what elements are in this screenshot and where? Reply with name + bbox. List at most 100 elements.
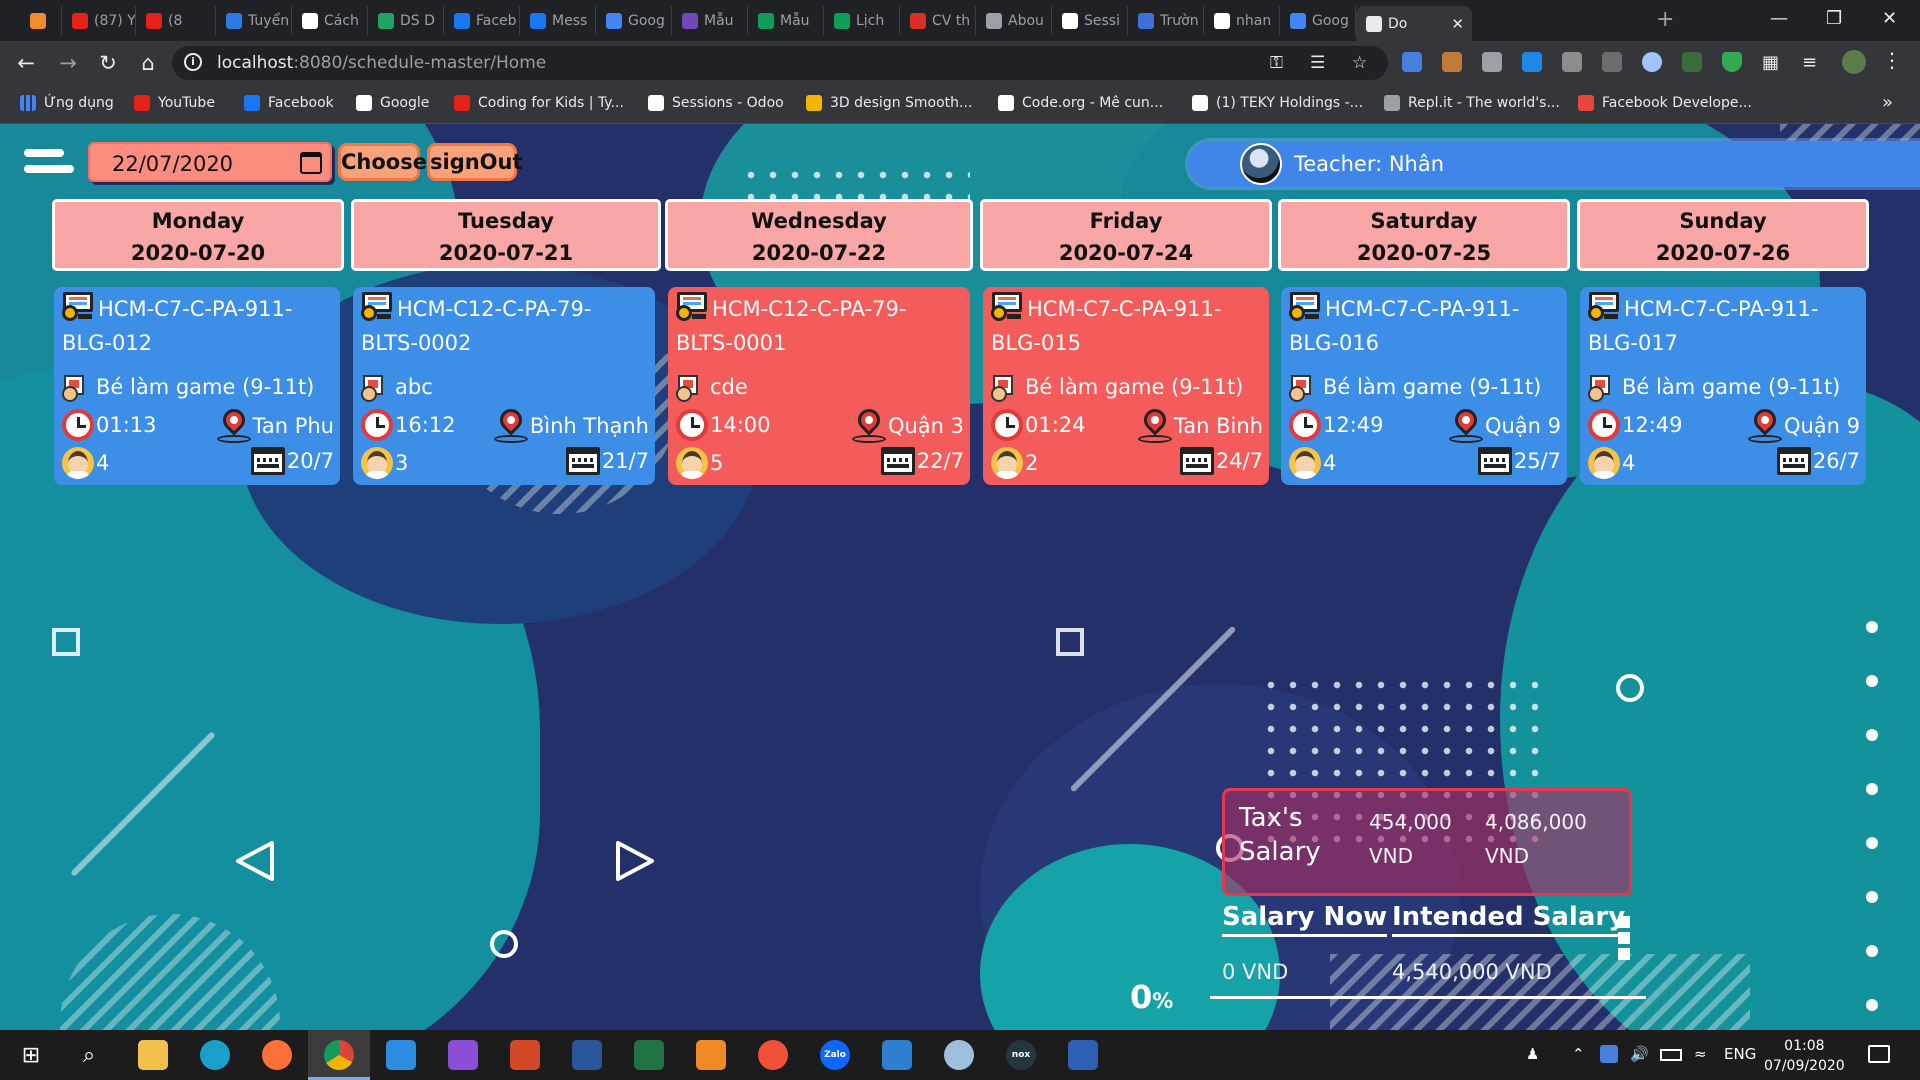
browser-tab[interactable]: nhan [1204, 6, 1280, 35]
browser-tab[interactable]: Goog [596, 6, 672, 35]
browser-tab[interactable]: Mess [520, 6, 596, 35]
class-card[interactable]: HCM-C7-C-PA-911-BLG-017 Bé làm game (9-11… [1580, 287, 1866, 485]
extensions-puzzle-icon[interactable]: ▦ [1762, 52, 1782, 73]
pagination-dot[interactable] [1866, 621, 1878, 633]
pagination-dot[interactable] [1866, 999, 1878, 1011]
show-hidden-icons[interactable]: ⌃ [1572, 1045, 1585, 1063]
bookmark-item[interactable]: Ứng dụng [20, 95, 114, 111]
calendar-icon[interactable] [300, 152, 322, 174]
extension-icon[interactable] [1682, 52, 1702, 72]
browser-tab-active[interactable]: Do ✕ [1356, 6, 1472, 41]
new-tab-button[interactable]: + [1656, 7, 1674, 32]
key-icon[interactable]: ⚿ [1270, 53, 1283, 73]
browser-tab[interactable]: Cách [292, 6, 368, 35]
class-card[interactable]: HCM-C7-C-PA-911-BLG-015 Bé làm game (9-11… [983, 287, 1269, 485]
translate-icon[interactable]: ☰ [1310, 53, 1325, 73]
choose-button[interactable]: Choose [338, 143, 427, 181]
file-explorer-icon[interactable] [138, 1040, 168, 1070]
next-week-arrow-icon[interactable] [614, 839, 656, 883]
extension-icon[interactable] [1602, 52, 1622, 72]
bookmark-item[interactable]: 3D design Smooth... [806, 95, 972, 111]
class-card[interactable]: HCM-C12-C-PA-79-BLTS-0001 cde 14:00 Quận 3 5… [668, 287, 970, 485]
pagination-dot[interactable] [1866, 729, 1878, 741]
date-picker-input[interactable]: 22/07/2020 [88, 142, 332, 182]
close-window-icon[interactable]: ✕ [1882, 8, 1897, 29]
back-icon[interactable]: ← [12, 51, 40, 75]
bookmark-item[interactable]: Repl.it - The world's... [1384, 95, 1560, 111]
browser-tab[interactable]: Sessi [1052, 6, 1128, 35]
start-icon[interactable]: ⊞ [16, 1040, 46, 1070]
signout-button[interactable]: signOut [427, 143, 523, 181]
language-indicator[interactable]: ENG [1724, 1045, 1756, 1063]
media-control-icon[interactable]: ≡ [1802, 52, 1822, 73]
visual-studio-icon[interactable] [448, 1040, 478, 1070]
pagination-dot[interactable] [1866, 837, 1878, 849]
pagination-dot[interactable] [1866, 891, 1878, 903]
powerpoint-icon[interactable] [510, 1040, 540, 1070]
browser-tab[interactable]: Trườn [1128, 6, 1204, 35]
firefox-icon[interactable] [262, 1040, 292, 1070]
url-text[interactable]: localhost:8080/schedule-master/Home [217, 53, 546, 73]
word-icon[interactable] [572, 1040, 602, 1070]
day-header[interactable]: Sunday 2020-07-26 [1577, 199, 1869, 271]
box-icon[interactable] [882, 1040, 912, 1070]
forward-icon[interactable]: → [54, 51, 82, 75]
paint-icon[interactable] [944, 1040, 974, 1070]
bookmark-item[interactable]: Facebook [244, 95, 334, 111]
excel-icon[interactable] [634, 1040, 664, 1070]
powershell-icon[interactable] [1068, 1040, 1098, 1070]
bookmark-item[interactable]: YouTube [134, 95, 215, 111]
bookmark-item[interactable]: Google [356, 95, 429, 111]
day-header[interactable]: Saturday 2020-07-25 [1278, 199, 1570, 271]
pagination-dot[interactable] [1866, 783, 1878, 795]
browser-tab[interactable]: CV th [900, 6, 976, 35]
more-bookmarks-button[interactable]: » [1882, 92, 1893, 113]
address-bar[interactable]: i localhost:8080/schedule-master/Home ⚿ … [172, 46, 1388, 80]
menu-hamburger-icon[interactable] [24, 149, 74, 189]
system-clock[interactable]: 01:08 07/09/2020 [1764, 1036, 1845, 1076]
class-card[interactable]: HCM-C7-C-PA-911-BLG-012 Bé làm game (9-11… [54, 287, 340, 485]
previous-week-arrow-icon[interactable] [234, 839, 276, 883]
browser-tab[interactable] [20, 6, 62, 35]
bookmark-item[interactable]: Coding for Kids | Ty... [454, 95, 624, 111]
browser-tab[interactable]: Abou [976, 6, 1052, 35]
zalo-icon[interactable]: Zalo [820, 1040, 850, 1070]
swift-icon[interactable] [758, 1040, 788, 1070]
pagination-dot[interactable] [1866, 675, 1878, 687]
reload-icon[interactable]: ↻ [94, 51, 122, 75]
browser-tab[interactable]: Goog [1280, 6, 1356, 35]
people-icon[interactable]: ♟ [1526, 1045, 1539, 1063]
pagination-dot[interactable] [1866, 945, 1878, 957]
extension-icon[interactable] [1442, 52, 1462, 72]
browser-tab[interactable]: (87) Y [62, 6, 136, 35]
bookmark-item[interactable]: (1) TEKY Holdings -... [1192, 95, 1363, 111]
react-devtools-icon[interactable] [1642, 52, 1662, 72]
salary-menu-icon[interactable] [1618, 916, 1630, 928]
class-card[interactable]: HCM-C12-C-PA-79-BLTS-0002 abc 16:12 Bình Th… [353, 287, 655, 485]
chrome-icon[interactable] [324, 1040, 354, 1070]
day-header[interactable]: Monday 2020-07-20 [52, 199, 344, 271]
wifi-icon[interactable]: ≈ [1694, 1045, 1707, 1063]
day-header[interactable]: Wednesday 2020-07-22 [665, 199, 973, 271]
notifications-icon[interactable] [1868, 1045, 1890, 1063]
bookmark-item[interactable]: Sessions - Odoo [648, 95, 784, 111]
close-tab-icon[interactable]: ✕ [1451, 15, 1464, 33]
minimize-window-icon[interactable]: — [1770, 8, 1788, 29]
bookmark-item[interactable]: Facebook Develope... [1578, 95, 1752, 111]
edge-beta-icon[interactable] [200, 1040, 230, 1070]
browser-tab[interactable]: (8 [136, 6, 216, 35]
day-header[interactable]: Tuesday 2020-07-21 [351, 199, 661, 271]
browser-tab[interactable]: Mẫu [672, 6, 748, 35]
browser-tab[interactable]: Faceb [444, 6, 520, 35]
pdf-icon[interactable] [696, 1040, 726, 1070]
home-icon[interactable]: ⌂ [134, 51, 162, 75]
day-header[interactable]: Friday 2020-07-24 [980, 199, 1272, 271]
browser-menu-icon[interactable]: ⋮ [1882, 48, 1902, 72]
browser-tab[interactable]: Lịch [824, 6, 900, 35]
restore-window-icon[interactable]: ❐ [1826, 8, 1842, 29]
extension-icon[interactable] [1562, 52, 1582, 72]
shield-extension-icon[interactable] [1722, 52, 1742, 72]
tray-app-icon[interactable] [1600, 1045, 1618, 1063]
bookmark-star-icon[interactable]: ☆ [1352, 53, 1367, 73]
bookmark-item[interactable]: Code.org - Mê cun... [998, 95, 1163, 111]
